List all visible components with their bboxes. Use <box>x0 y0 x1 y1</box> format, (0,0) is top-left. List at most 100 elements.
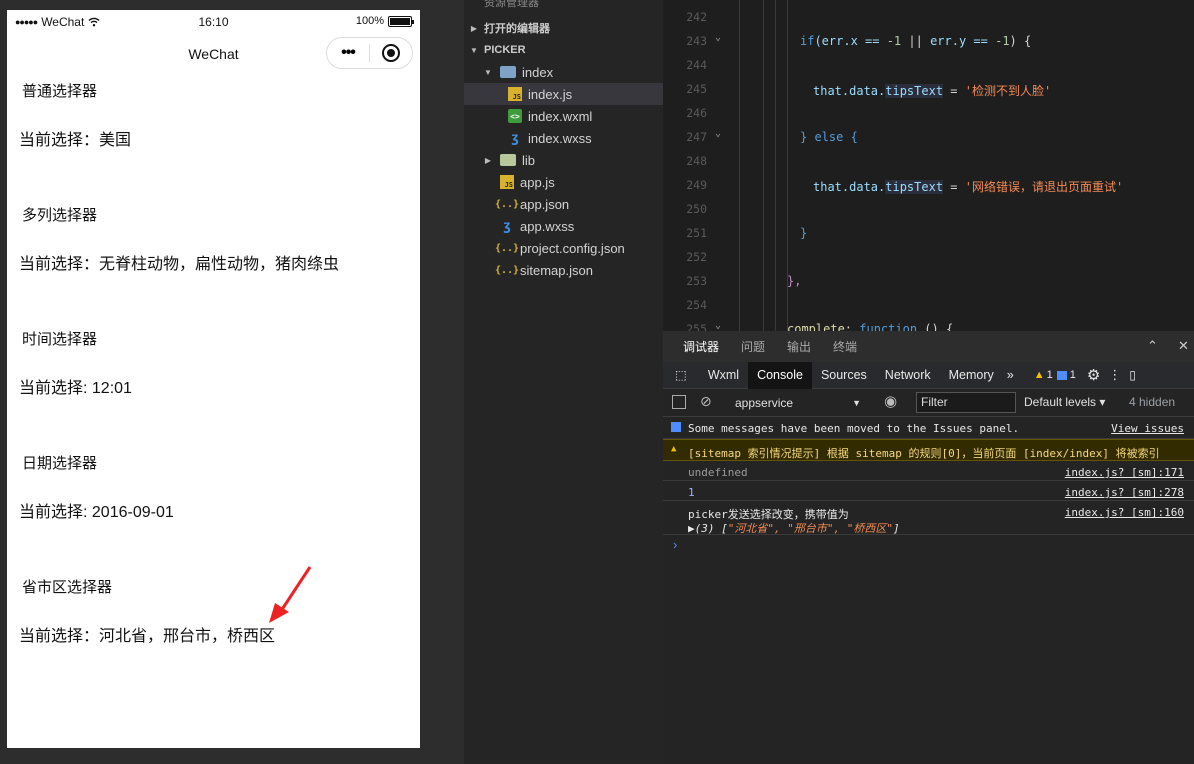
fold-chevron-icon[interactable]: ⌄ <box>715 128 721 139</box>
css-file-icon: ʒ <box>503 218 511 234</box>
view-issues-link[interactable]: View issues <box>1111 422 1184 435</box>
more-vert-icon[interactable]: ⋮ <box>1108 367 1121 383</box>
filter-input[interactable]: Filter <box>916 392 1016 413</box>
tool-console[interactable]: Console <box>748 361 812 389</box>
array-values: "河北省", "邢台市", "桥西区" <box>727 522 893 535</box>
console-message: 1 index.js? [sm]:278 <box>663 481 1194 501</box>
code-token: = <box>943 84 965 98</box>
picker-region[interactable]: 当前选择：河北省，邢台市，桥西区 <box>19 622 275 646</box>
wxml-file-icon: <> <box>508 109 522 123</box>
tree-item-label: app.js <box>520 174 555 190</box>
battery-icon <box>388 15 414 27</box>
devtools-tabs: 调试器 问题 输出 终端 ⌃ ✕ <box>663 331 1194 362</box>
line-number: 250 <box>686 202 707 216</box>
code-token: -1 <box>886 34 902 48</box>
expandable-array[interactable]: ▶(3) ["河北省", "邢台市", "桥西区"] <box>688 520 900 536</box>
code-editor[interactable]: 242 243 244 245 246 247 248 249 250 251 … <box>663 0 1194 331</box>
log-levels-dropdown[interactable]: Default levels ▾ <box>1024 395 1105 409</box>
tool-memory[interactable]: Memory <box>940 362 1003 389</box>
open-editors-section[interactable]: ▶ 打开的编辑器 <box>464 17 663 39</box>
more-tools-icon[interactable]: » <box>1003 362 1018 389</box>
devtools-toolbar: ⬚ Wxml Console Sources Network Memory » … <box>663 361 1194 389</box>
tab-terminal[interactable]: 终端 <box>822 338 868 355</box>
tab-output[interactable]: 输出 <box>776 338 822 355</box>
source-link[interactable]: index.js? [sm]:278 <box>1065 486 1184 499</box>
tree-item-index-folder[interactable]: ▼ index <box>464 61 663 83</box>
close-panel-icon[interactable]: ✕ <box>1178 338 1189 354</box>
tab-issues[interactable]: 问题 <box>730 338 776 355</box>
tab-debugger[interactable]: 调试器 <box>663 338 730 355</box>
tool-sources[interactable]: Sources <box>812 362 876 389</box>
line-number: 246 <box>686 106 707 120</box>
console-filter-bar: ⊘ appservice ▼ ◉ Filter Default levels ▾… <box>663 389 1194 417</box>
code-line-249: that.data.tipsText = '网络错误，请退出页面重试' <box>813 178 1123 195</box>
warning-icon: ▲ <box>671 444 677 454</box>
project-label: PICKER <box>484 44 526 56</box>
tree-item-label: index <box>522 64 554 80</box>
settings-gear-icon[interactable]: ⚙ <box>1087 366 1100 384</box>
source-link[interactable]: index.js? [sm]:171 <box>1065 466 1184 479</box>
tree-item-app-js[interactable]: JS app.js <box>464 171 663 193</box>
indent-guide <box>763 0 764 331</box>
tree-item-lib-folder[interactable]: ▶ lib <box>464 149 663 171</box>
fold-chevron-icon[interactable]: ⌄ <box>715 32 721 43</box>
code-token: complete <box>787 322 845 331</box>
info-message-icon[interactable] <box>1056 370 1067 380</box>
chevron-down-icon: ▼ <box>484 67 492 77</box>
warning-icon[interactable]: ▲ <box>1034 369 1045 381</box>
collapse-panel-icon[interactable]: ⌃ <box>1147 338 1158 354</box>
folder-icon <box>500 154 516 166</box>
tool-network[interactable]: Network <box>876 362 940 389</box>
eye-icon[interactable]: ◉ <box>884 392 897 410</box>
tree-item-project-config[interactable]: {..} project.config.json <box>464 237 663 259</box>
fold-chevron-icon[interactable]: ⌄ <box>715 320 721 331</box>
chevron-down-icon: ▼ <box>852 398 861 408</box>
tool-wxml[interactable]: Wxml <box>699 362 748 389</box>
code-token: : <box>844 322 860 331</box>
picker-normal[interactable]: 当前选择：美国 <box>19 126 131 150</box>
target-icon-dot <box>387 49 395 57</box>
close-miniprogram-button[interactable] <box>370 44 412 62</box>
indent-guide <box>775 0 776 331</box>
code-token: = <box>943 180 965 194</box>
console-message-info: Some messages have been moved to the Iss… <box>663 417 1194 439</box>
hidden-count: 4 hidden <box>1129 395 1176 409</box>
json-file-icon: {..} <box>494 264 520 276</box>
picker-time[interactable]: 当前选择: 12:01 <box>19 374 132 398</box>
array-prefix: ▶(3) [ <box>688 522 728 535</box>
open-editors-label: 打开的编辑器 <box>484 23 550 35</box>
warning-count: 1 <box>1046 369 1053 381</box>
tree-item-index-wxss[interactable]: ʒ index.wxss <box>464 127 663 149</box>
clear-console-icon[interactable]: ⊘ <box>700 393 712 410</box>
console-prompt[interactable]: › <box>673 537 677 552</box>
picker-date[interactable]: 当前选择: 2016-09-01 <box>19 498 174 522</box>
tree-item-app-wxss[interactable]: ʒ app.wxss <box>464 215 663 237</box>
picker-title-date: 日期选择器 <box>22 455 98 472</box>
picker-multi[interactable]: 当前选择：无脊柱动物，扁性动物，猪肉绦虫 <box>19 250 339 274</box>
code-token: '检测不到人脸' <box>964 84 1052 98</box>
line-number: 251 <box>686 226 707 240</box>
sidebar-toggle-icon[interactable] <box>672 395 686 409</box>
tree-item-label: project.config.json <box>520 240 625 256</box>
picker-title-normal: 普通选择器 <box>22 83 98 100</box>
source-link[interactable]: index.js? [sm]:160 <box>1065 506 1184 519</box>
chevron-right-icon: ▶ <box>470 23 478 33</box>
code-token: that.data. <box>813 84 886 98</box>
dock-icon[interactable]: ▯ <box>1129 368 1136 382</box>
line-number: 249 <box>686 178 707 192</box>
message-text: Some messages have been moved to the Iss… <box>688 422 1020 435</box>
tree-item-index-wxml[interactable]: <> index.wxml <box>464 105 663 127</box>
code-token: (err.x == <box>814 34 887 48</box>
chevron-right-icon: ▶ <box>484 155 492 165</box>
project-section[interactable]: ▼ PICKER <box>464 39 663 61</box>
context-select[interactable]: appservice ▼ <box>729 393 867 413</box>
tree-item-sitemap[interactable]: {..} sitemap.json <box>464 259 663 281</box>
more-button[interactable]: ••• <box>327 38 369 68</box>
js-file-icon: JS <box>500 175 514 189</box>
tree-item-app-json[interactable]: {..} app.json <box>464 193 663 215</box>
picker-title-multi: 多列选择器 <box>22 207 98 224</box>
line-number: 244 <box>686 58 707 72</box>
inspect-element-icon[interactable]: ⬚ <box>663 362 699 389</box>
annotation-arrow-icon <box>269 566 312 623</box>
tree-item-index-js[interactable]: JS index.js <box>464 83 663 105</box>
